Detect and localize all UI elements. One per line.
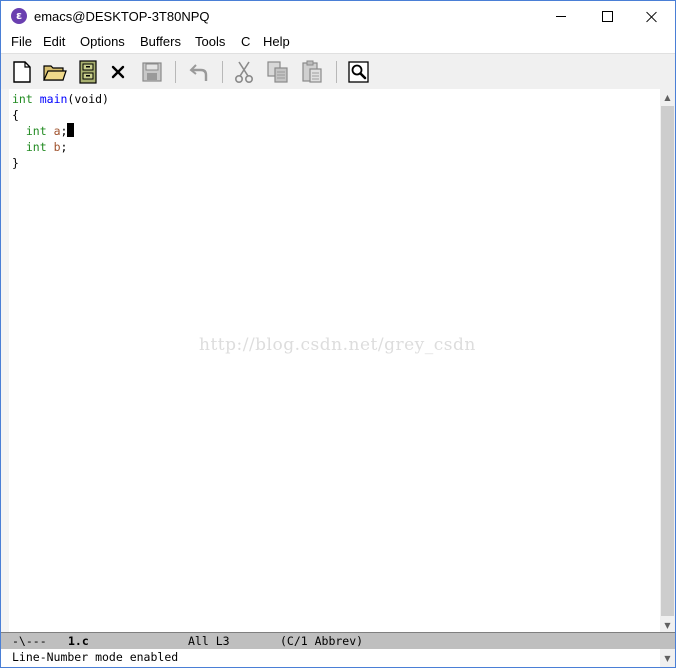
menu-file[interactable]: File [11, 34, 32, 49]
search-button[interactable] [346, 59, 372, 85]
text-cursor [67, 123, 75, 137]
watermark: http://blog.csdn.net/grey_csdn [199, 335, 476, 355]
function-name: main [39, 92, 68, 106]
echo-scroll-down-button[interactable]: ▼ [660, 649, 675, 667]
new-file-icon [13, 61, 31, 83]
menu-options[interactable]: Options [80, 34, 125, 49]
chevron-down-icon: ▼ [664, 620, 671, 630]
left-fringe [1, 89, 9, 632]
code-line: int main(void) [12, 91, 109, 107]
chevron-down-icon: ▼ [664, 653, 671, 663]
cut-button[interactable] [231, 59, 257, 85]
emacs-window: ε emacs@DESKTOP-3T80NPQ File Edit Option… [0, 0, 676, 668]
toolbar-separator [336, 61, 337, 83]
variable-name: a [53, 124, 61, 138]
minimize-icon [556, 16, 566, 17]
code-line: } [12, 155, 109, 171]
echo-message: Line-Number mode enabled [12, 650, 179, 664]
code-line: int b; [12, 139, 109, 155]
mode-line: -\--- 1.c All L3 (C/1 Abbrev) [1, 632, 675, 650]
open-folder-icon [43, 65, 67, 81]
save-icon [142, 62, 162, 82]
undo-button[interactable] [186, 59, 212, 85]
save-button[interactable] [139, 59, 165, 85]
copy-button[interactable] [265, 59, 291, 85]
emacs-app-icon: ε [11, 8, 27, 24]
echo-area[interactable]: Line-Number mode enabled [1, 649, 660, 667]
menu-c[interactable]: C [241, 34, 250, 49]
open-dired-icon [79, 60, 97, 84]
open-file-button[interactable] [42, 59, 68, 85]
keyword-type: int [25, 124, 47, 138]
code-area[interactable]: int main(void){ int a; int b;} [12, 91, 109, 171]
chevron-up-icon: ▲ [664, 92, 671, 102]
keyword-type: int [12, 92, 33, 106]
menu-tools[interactable]: Tools [195, 34, 225, 49]
code-text: { [12, 108, 19, 122]
code-text: } [12, 156, 19, 170]
toolbar-separator [175, 61, 176, 83]
menu-bar: File Edit Options Buffers Tools C Help [1, 32, 675, 53]
code-text: ; [60, 140, 68, 154]
maximize-button[interactable] [584, 1, 630, 32]
close-buffer-icon [111, 65, 125, 79]
new-file-button[interactable] [9, 59, 35, 85]
paste-button[interactable] [299, 59, 325, 85]
code-line: int a; [12, 123, 109, 139]
keyword-type: int [25, 140, 47, 154]
code-text: (void) [67, 92, 109, 106]
modeline-position: All L3 [188, 634, 230, 648]
copy-icon [267, 61, 288, 83]
open-directory-button[interactable] [75, 59, 101, 85]
maximize-icon [601, 11, 613, 22]
search-icon [348, 61, 369, 83]
variable-name: b [53, 140, 61, 154]
cut-icon [234, 61, 254, 84]
scrollbar-thumb[interactable] [661, 106, 674, 616]
title-bar: ε emacs@DESKTOP-3T80NPQ [1, 1, 675, 32]
modeline-buffer-name[interactable]: 1.c [68, 633, 89, 649]
toolbar [1, 53, 675, 91]
modeline-status: -\--- [12, 634, 47, 648]
minimize-button[interactable] [538, 1, 584, 32]
menu-edit[interactable]: Edit [43, 34, 65, 49]
menu-help[interactable]: Help [263, 34, 290, 49]
window-title: emacs@DESKTOP-3T80NPQ [34, 9, 210, 24]
code-text: ; [60, 124, 68, 138]
scroll-down-button[interactable]: ▼ [660, 617, 675, 633]
vertical-scrollbar[interactable]: ▲ ▼ [660, 89, 675, 634]
close-buffer-button[interactable] [105, 59, 131, 85]
editor-buffer[interactable]: int main(void){ int a; int b;} [1, 89, 660, 632]
close-button[interactable] [629, 1, 675, 32]
modeline-major-mode[interactable]: (C/1 Abbrev) [280, 633, 363, 649]
menu-buffers[interactable]: Buffers [140, 34, 181, 49]
undo-icon [189, 64, 208, 81]
close-icon [646, 11, 658, 23]
code-line: { [12, 107, 109, 123]
paste-icon [302, 60, 322, 83]
scroll-up-button[interactable]: ▲ [660, 89, 675, 105]
toolbar-separator [222, 61, 223, 83]
